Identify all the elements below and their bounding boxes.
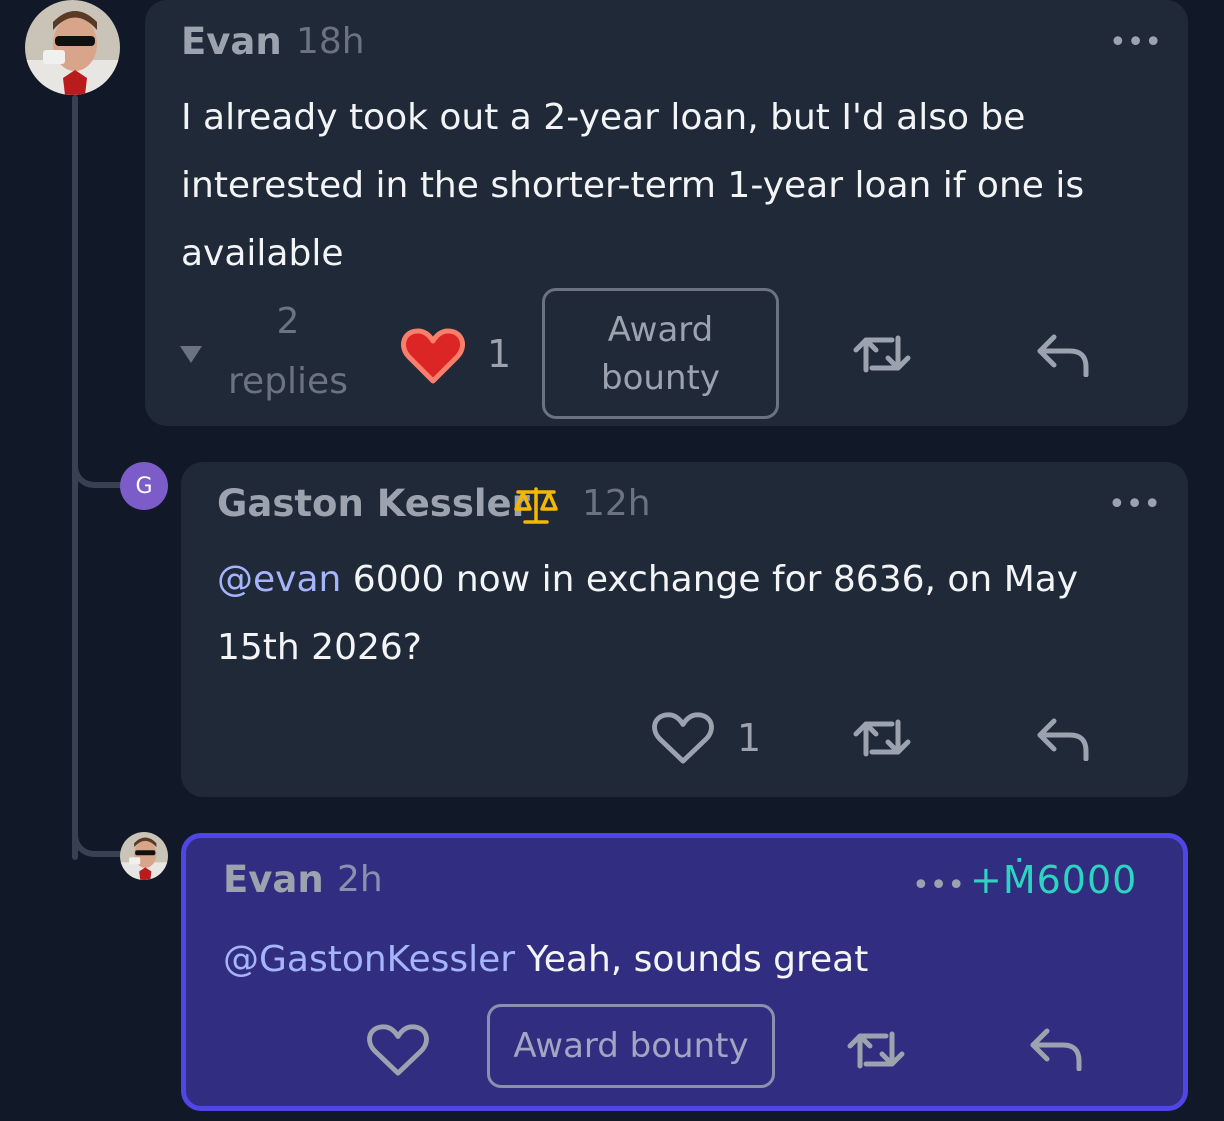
timestamp[interactable]: 2h [337,859,383,900]
more-options-icon[interactable]: ••• [912,871,965,901]
heart-icon[interactable] [400,326,466,386]
author-name[interactable]: Gaston Kessler [217,482,530,525]
scales-icon [513,484,559,530]
author-name[interactable]: Evan [181,20,282,63]
timestamp[interactable]: 12h [582,483,651,524]
author-name[interactable]: Evan [223,858,324,901]
comment-card-highlighted: Evan 2h ••• +Ṁ6000 @GastonKessler Yeah, … [181,833,1188,1111]
avatar[interactable] [25,0,120,95]
comment-card: Evan 18h ••• I already took out a 2-year… [145,0,1188,426]
avatar[interactable]: G [120,462,168,510]
comment-body: Yeah, sounds great [515,939,869,980]
replies-count: 2 [276,301,300,342]
repost-icon[interactable] [850,716,914,760]
thread-branch [72,462,124,488]
like-count: 1 [487,332,512,376]
repost-icon[interactable] [844,1028,908,1072]
more-options-icon[interactable]: ••• [1109,28,1162,58]
avatar-letter: G [135,473,153,499]
comment-text: @evan 6000 now in exchange for 8636, on … [217,546,1147,682]
replies-toggle[interactable]: 2 replies [223,292,353,412]
comment-body: 6000 now in exchange for 8636, on May 15… [217,559,1079,668]
timestamp[interactable]: 18h [296,21,365,62]
heart-icon[interactable] [366,1022,430,1078]
avatar[interactable] [120,832,168,880]
tip-amount: +Ṁ6000 [970,858,1138,902]
like-count: 1 [737,716,762,760]
comment-card: Gaston Kessler 12h ••• @evan 6000 now in… [181,462,1188,797]
replies-label: replies [228,361,348,402]
comment-text: I already took out a 2-year loan, but I'… [181,97,1085,274]
more-options-icon[interactable]: ••• [1108,490,1161,520]
repost-icon[interactable] [850,332,914,376]
award-bounty-button[interactable]: Award bounty [542,288,779,419]
mention-link[interactable]: @GastonKessler [223,939,515,980]
thread-branch [72,831,124,857]
mention-link[interactable]: @evan [217,559,341,600]
comment-text: @GastonKessler Yeah, sounds great [223,926,1153,994]
award-bounty-button[interactable]: Award bounty [487,1004,775,1088]
collapse-caret-icon[interactable] [175,340,207,368]
reply-icon[interactable] [1035,332,1091,378]
reply-icon[interactable] [1035,716,1091,762]
heart-icon[interactable] [651,710,715,766]
reply-icon[interactable] [1028,1026,1084,1072]
